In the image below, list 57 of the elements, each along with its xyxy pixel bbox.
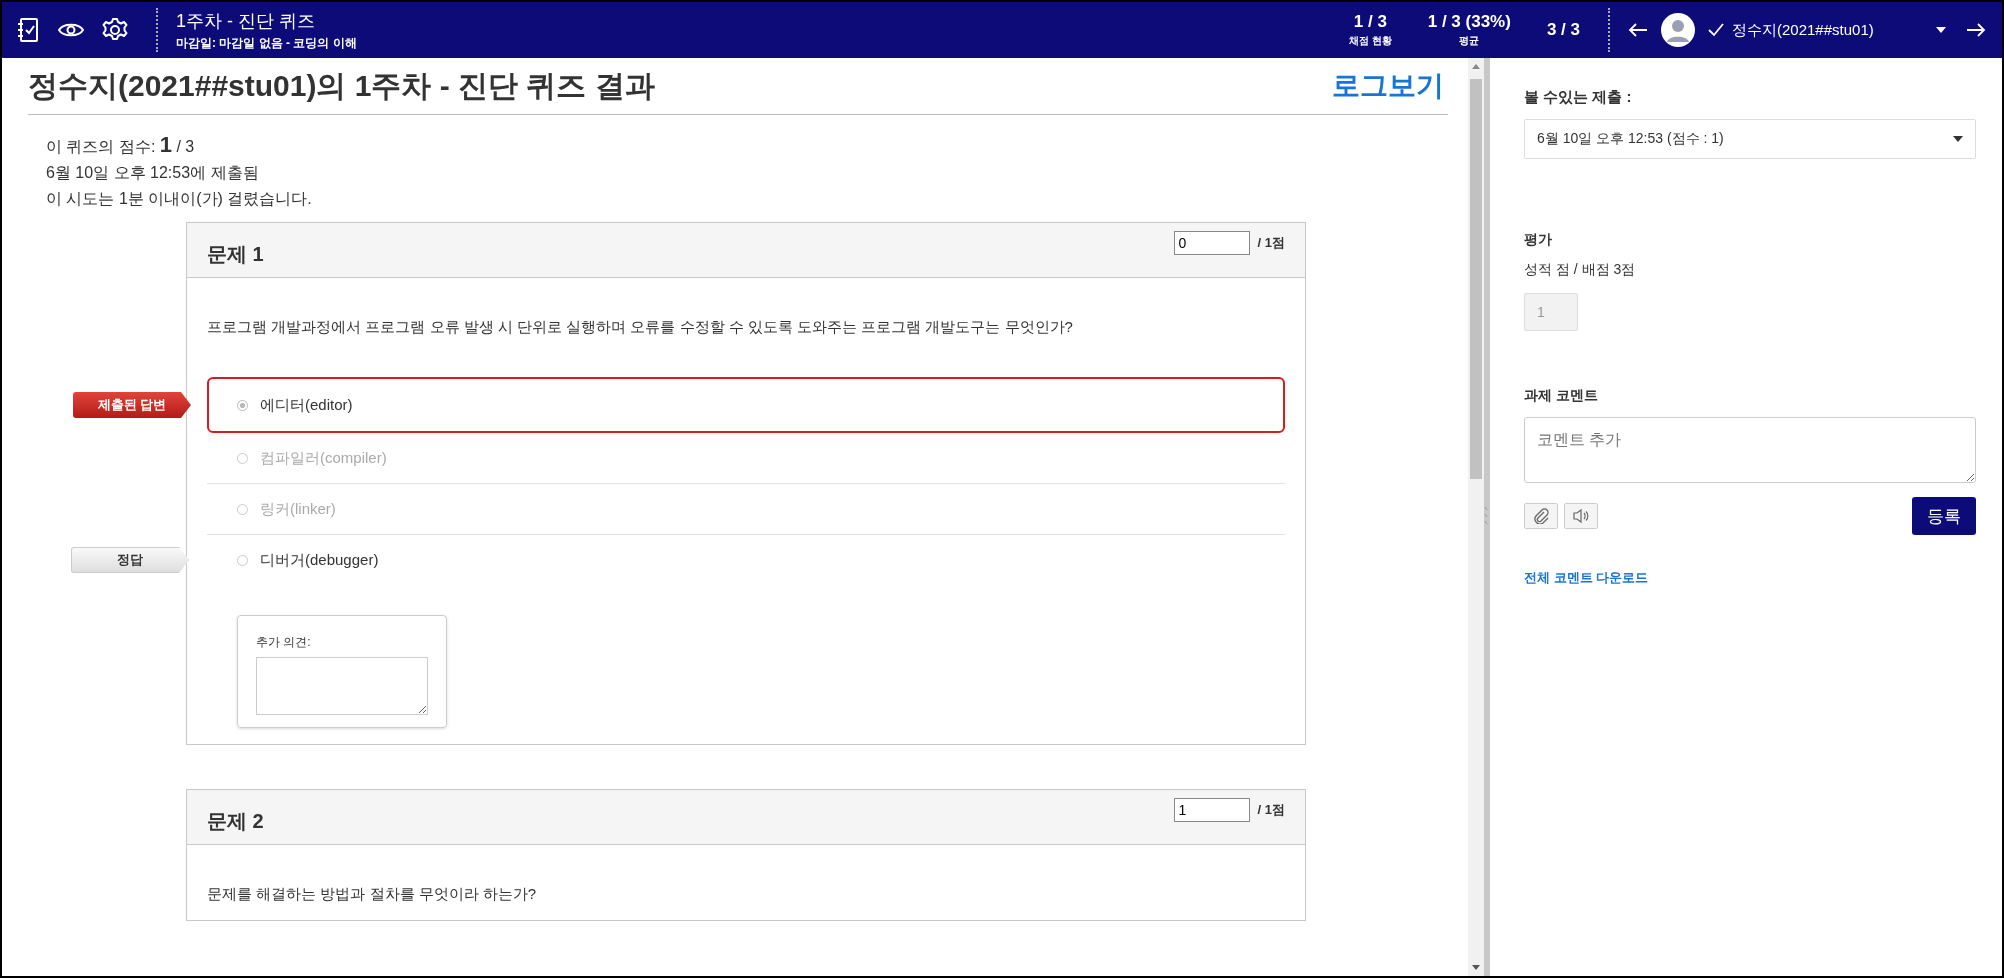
comment-label: 추가 의견: <box>256 634 312 651</box>
settings-icon[interactable] <box>102 17 128 43</box>
radio-button[interactable] <box>237 399 248 411</box>
comment-field[interactable]: 코멘트 추가 <box>1524 417 1976 483</box>
answer-text: 링커(linker) <box>260 499 336 519</box>
answer-text: 에디터(editor) <box>260 395 353 415</box>
submitted-answer-tag: 제출된 답변 <box>73 392 191 418</box>
summary-text: 이 시도는 1분 이내이(가) 걸렸습니다. <box>46 189 313 209</box>
grading-heading: 평가 <box>1524 231 1553 249</box>
stat-label: 평균 <box>1458 34 1481 48</box>
question-title: 문제 2 <box>207 809 264 834</box>
quiz-title: 1주차 - 진단 퀴즈 <box>176 9 316 33</box>
points-label: / 1점 <box>1257 234 1285 252</box>
summary-text: 이 퀴즈의 점수: 1 / 3 <box>46 132 196 159</box>
audio-button[interactable] <box>1564 503 1598 529</box>
scroll-down-icon[interactable] <box>1472 965 1480 970</box>
radio-button[interactable] <box>237 503 248 515</box>
stat-label: 채점 현황 <box>1348 34 1392 48</box>
caret-down-icon[interactable] <box>1936 27 1946 33</box>
caret-down-icon <box>1953 136 1963 142</box>
comment-field[interactable] <box>256 657 428 715</box>
download-link[interactable]: 전체 코멘트 다운로드 <box>1524 569 1649 587</box>
page-heading: 정수지(2021##stu01)의 1주차 - 진단 퀴즈 결과 <box>28 67 655 104</box>
points-label: / 1점 <box>1257 801 1285 819</box>
log-link[interactable]: 로그보기 <box>1332 67 1444 105</box>
notebook-icon[interactable] <box>16 17 40 43</box>
summary-text: 6월 10일 오후 12:53에 제출됨 <box>46 163 260 183</box>
submissions-label: 볼 수있는 제출 : <box>1524 88 1633 107</box>
submission-select[interactable]: 6월 10일 오후 12:53 (점수 : 1) <box>1524 119 1976 159</box>
scrollbar-thumb[interactable] <box>1470 79 1482 479</box>
right-arrow-icon[interactable] <box>1966 22 1986 38</box>
grade-label: 성적 점 / 배점 3점 <box>1524 261 1637 279</box>
speaker-icon <box>1572 508 1590 524</box>
answer-text: 컴파일러(compiler) <box>260 448 387 468</box>
scroll-up-icon[interactable] <box>1472 64 1480 69</box>
stat-value: 1 / 3 <box>1352 12 1388 32</box>
radio-button[interactable] <box>237 554 248 566</box>
stat-value: 3 / 3 <box>1546 20 1580 40</box>
attach-button[interactable] <box>1524 503 1558 529</box>
question-text: 프로그램 개발과정에서 프로그램 오류 발생 시 단위로 실행하며 오류를 수정할 수 있도록 도와주는 프로그램 개발도구는 무엇인가? <box>207 318 1074 337</box>
question-text: 문제를 해결하는 방법과 절차를 무엇이라 하는가? <box>207 885 538 904</box>
points-field[interactable]: 1 <box>1173 798 1250 822</box>
avatar-icon <box>1660 12 1696 48</box>
comments-heading: 과제 코멘트 <box>1524 387 1599 405</box>
radio-button[interactable] <box>237 452 248 464</box>
points-field[interactable]: 0 <box>1173 231 1250 255</box>
question-title: 문제 1 <box>207 242 264 267</box>
due-date-text: 마감일: 마감일 없음 - 코딩의 이해 <box>176 34 358 52</box>
eye-icon[interactable] <box>58 21 84 39</box>
left-arrow-icon[interactable] <box>1628 22 1648 38</box>
answer-text: 디버거(debugger) <box>260 550 379 570</box>
stat-value: 1 / 3 (33%) <box>1427 12 1511 32</box>
submit-button[interactable]: 등록 <box>1912 497 1976 535</box>
student-name[interactable]: 정수지(2021##stu01) <box>1732 20 1874 40</box>
scrollbar[interactable] <box>1468 58 1484 976</box>
paperclip-icon <box>1533 508 1549 524</box>
correct-answer-tag: 정답 <box>71 547 189 573</box>
